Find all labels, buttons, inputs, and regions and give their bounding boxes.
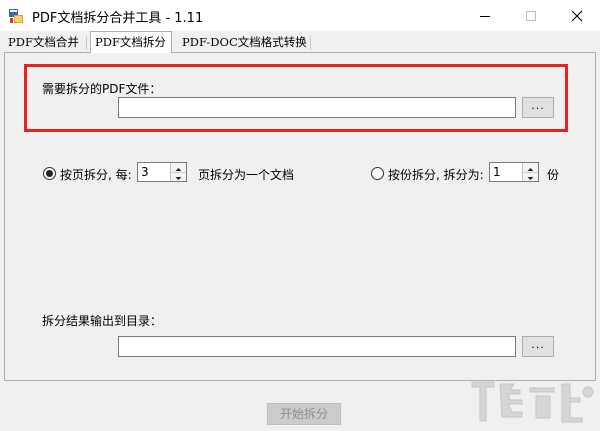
tab-separator bbox=[86, 36, 87, 50]
split-by-count-radio[interactable] bbox=[371, 167, 384, 180]
source-file-label: 需要拆分的PDF文件： bbox=[42, 82, 162, 96]
source-file-input[interactable] bbox=[118, 97, 516, 118]
triangle-down-icon bbox=[175, 177, 182, 180]
title-bar: PDF文档拆分合并工具 - 1.11 bbox=[0, 0, 600, 31]
tab-pdf-merge[interactable]: PDF文档合并 bbox=[4, 33, 83, 52]
split-by-count-label: 按份拆分, 拆分为: bbox=[388, 168, 484, 182]
pages-per-doc-value: 3 bbox=[141, 165, 149, 179]
output-browse-button[interactable]: ... bbox=[522, 336, 554, 357]
split-by-page-radio[interactable] bbox=[43, 167, 56, 180]
triangle-down-icon bbox=[527, 177, 534, 180]
split-by-page-label: 按页拆分, 每: bbox=[60, 168, 132, 182]
split-by-page-suffix: 页拆分为一个文档 bbox=[198, 168, 295, 182]
split-count-value: 1 bbox=[493, 165, 501, 179]
source-browse-button[interactable]: ... bbox=[522, 97, 554, 118]
output-dir-label: 拆分结果输出到目录： bbox=[42, 314, 163, 328]
watermark-logo bbox=[471, 381, 594, 423]
stepper-buttons bbox=[522, 163, 538, 181]
output-dir-input[interactable] bbox=[118, 336, 516, 357]
tab-pdf-split[interactable]: PDF文档拆分 bbox=[90, 31, 172, 53]
pages-per-doc-stepper[interactable]: 3 bbox=[137, 162, 187, 182]
split-count-suffix: 份 bbox=[547, 168, 560, 182]
close-button[interactable] bbox=[554, 0, 600, 31]
app-pdf-icon bbox=[9, 9, 23, 23]
stepper-buttons bbox=[170, 163, 186, 181]
stepper-down-button[interactable] bbox=[523, 172, 538, 181]
minimize-button[interactable] bbox=[462, 0, 508, 31]
maximize-button[interactable] bbox=[508, 0, 554, 31]
maximize-icon bbox=[526, 10, 536, 21]
start-split-button[interactable]: 开始拆分 bbox=[267, 403, 341, 425]
tab-separator bbox=[310, 36, 311, 50]
tab-strip: PDF文档合并 PDF文档拆分 PDF-DOC文档格式转换 bbox=[0, 31, 600, 53]
split-count-stepper[interactable]: 1 bbox=[489, 162, 539, 182]
stepper-down-button[interactable] bbox=[171, 172, 186, 181]
window-title: PDF文档拆分合并工具 - 1.11 bbox=[32, 11, 204, 26]
tab-pdf-doc-convert[interactable]: PDF-DOC文档格式转换 bbox=[178, 33, 311, 52]
close-icon bbox=[571, 10, 583, 21]
minimize-icon bbox=[480, 15, 490, 17]
